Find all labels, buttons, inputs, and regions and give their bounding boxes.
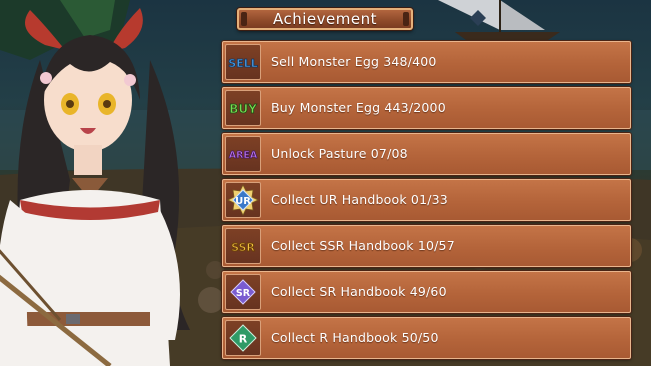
title-plate-left-cap bbox=[241, 12, 247, 26]
sr-rank-icon: SR bbox=[225, 274, 261, 310]
achievement-row-unlock-pasture[interactable]: AREA Unlock Pasture 07/08 bbox=[222, 133, 631, 175]
achievement-title-plate: Achievement bbox=[237, 8, 413, 30]
achievement-label: Collect R Handbook 50/50 bbox=[271, 330, 439, 345]
achievement-label: Collect SSR Handbook 10/57 bbox=[271, 238, 455, 253]
achievement-row-sell-egg[interactable]: SELL Sell Monster Egg 348/400 bbox=[222, 41, 631, 83]
area-icon: AREA bbox=[225, 136, 261, 172]
achievement-row-sr-handbook[interactable]: SR Collect SR Handbook 49/60 bbox=[222, 271, 631, 313]
ship-illustration bbox=[438, 0, 560, 40]
character-illustration bbox=[0, 8, 190, 366]
achievement-row-ssr-handbook[interactable]: SSR Collect SSR Handbook 10/57 bbox=[222, 225, 631, 267]
achievement-label: Unlock Pasture 07/08 bbox=[271, 146, 408, 161]
page-title: Achievement bbox=[273, 10, 377, 28]
buy-icon-text: BUY bbox=[229, 102, 257, 116]
buy-icon: BUY bbox=[225, 90, 261, 126]
sr-icon-text: SR bbox=[236, 288, 251, 299]
r-icon-text: R bbox=[239, 333, 248, 346]
ur-icon-text: UR bbox=[235, 196, 251, 207]
r-rank-icon: R bbox=[225, 320, 261, 356]
game-screen: Achievement SELL Sell Monster Egg 348/40… bbox=[0, 0, 651, 366]
ssr-rank-icon: SSR bbox=[225, 228, 261, 264]
area-icon-text: AREA bbox=[229, 150, 258, 161]
ssr-icon-text: SSR bbox=[231, 241, 255, 254]
achievement-label: Buy Monster Egg 443/2000 bbox=[271, 100, 446, 115]
achievement-label: Sell Monster Egg 348/400 bbox=[271, 54, 437, 69]
sell-icon-text: SELL bbox=[228, 57, 257, 70]
achievement-row-ur-handbook[interactable]: UR Collect UR Handbook 01/33 bbox=[222, 179, 631, 221]
achievement-row-r-handbook[interactable]: R Collect R Handbook 50/50 bbox=[222, 317, 631, 359]
sell-icon: SELL bbox=[225, 44, 261, 80]
ur-rank-icon: UR bbox=[225, 182, 261, 218]
title-plate-right-cap bbox=[403, 12, 409, 26]
achievement-label: Collect SR Handbook 49/60 bbox=[271, 284, 447, 299]
achievement-row-buy-egg[interactable]: BUY Buy Monster Egg 443/2000 bbox=[222, 87, 631, 129]
achievement-label: Collect UR Handbook 01/33 bbox=[271, 192, 448, 207]
